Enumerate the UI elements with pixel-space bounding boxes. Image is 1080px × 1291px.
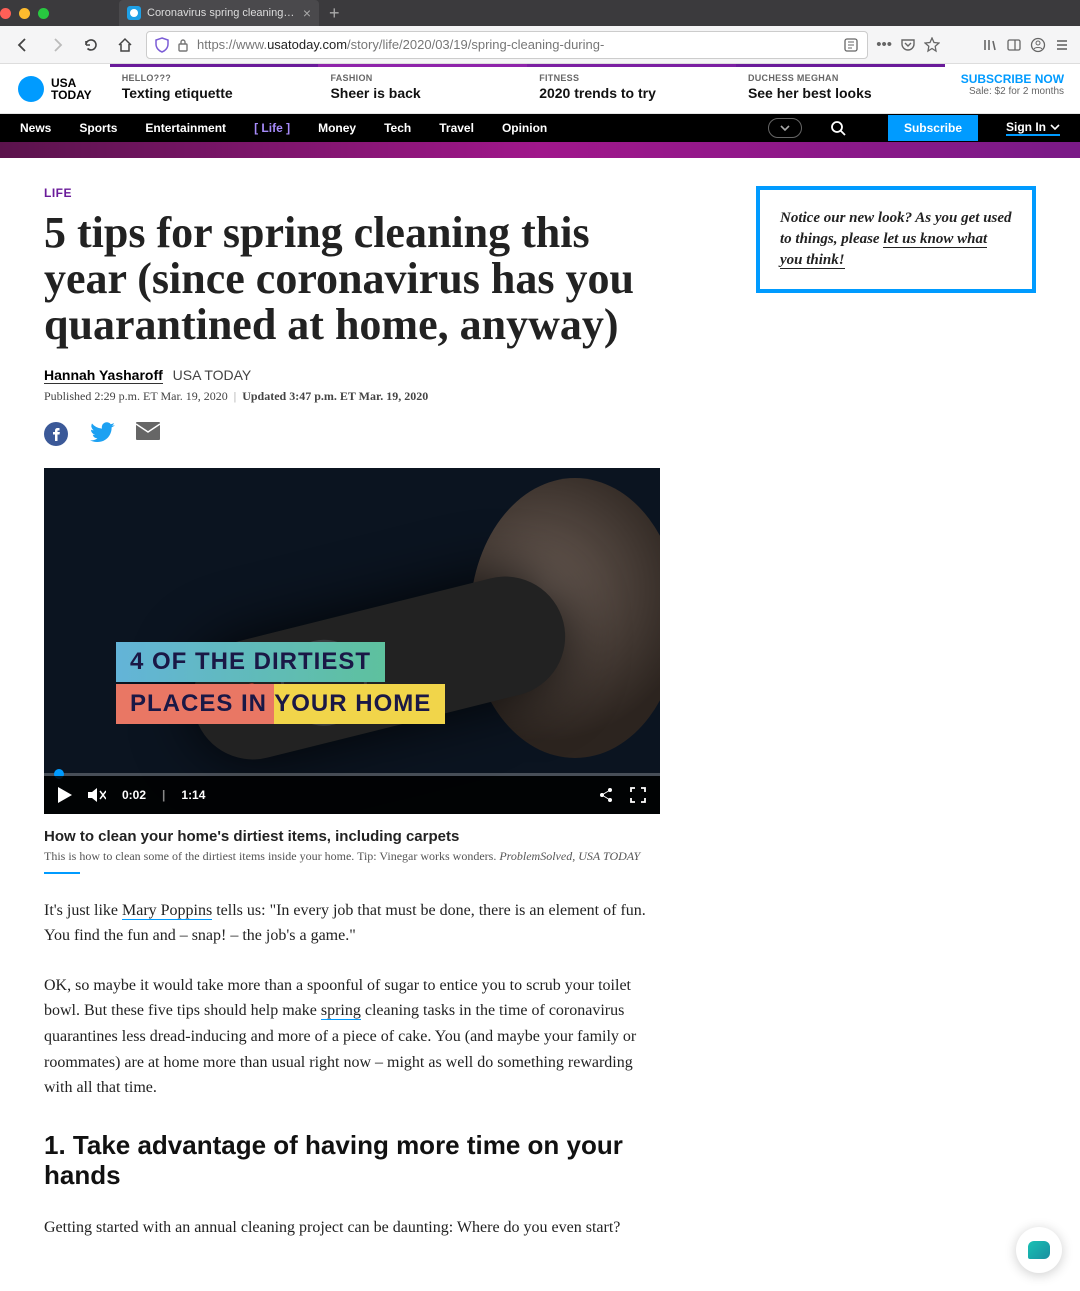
url-input[interactable]: https://www.usatoday.com/story/life/2020… [146, 31, 868, 59]
time-elapsed: 0:02 [122, 788, 146, 802]
window-minimize[interactable] [19, 8, 30, 19]
nav-money[interactable]: Money [318, 121, 356, 135]
nav-news[interactable]: News [20, 121, 51, 135]
new-tab-button[interactable]: + [329, 3, 340, 24]
browser-tab[interactable]: Coronavirus spring cleaning: 5 c × [119, 0, 319, 26]
account-icon[interactable] [1030, 37, 1046, 53]
headline: 5 tips for spring cleaning this year (si… [44, 210, 660, 349]
byline: Hannah Yasharoff USA TODAY [44, 367, 660, 383]
address-bar: https://www.usatoday.com/story/life/2020… [0, 26, 1080, 64]
body-paragraph: It's just like Mary Poppins tells us: "I… [44, 898, 660, 949]
weather-dropdown[interactable] [768, 118, 802, 138]
body-paragraph: Getting started with an annual cleaning … [44, 1215, 660, 1241]
window-maximize[interactable] [38, 8, 49, 19]
share-row [44, 422, 660, 446]
nav-travel[interactable]: Travel [439, 121, 474, 135]
search-button[interactable] [830, 120, 860, 136]
menu-icon[interactable] [1054, 37, 1070, 53]
chat-icon [1028, 1241, 1050, 1259]
body-paragraph: OK, so maybe it would take more than a s… [44, 973, 660, 1101]
time-duration: 1:14 [181, 788, 205, 802]
inline-link[interactable]: Mary Poppins [122, 902, 212, 920]
url-text: https://www.usatoday.com/story/life/2020… [197, 37, 604, 52]
nav-life[interactable]: Life [254, 121, 290, 135]
trending-item[interactable]: FITNESS 2020 trends to try [527, 64, 736, 113]
chevron-down-icon [1050, 123, 1060, 131]
nav-tech[interactable]: Tech [384, 121, 411, 135]
section-color-bar [0, 142, 1080, 158]
subscribe-promo[interactable]: SUBSCRIBE NOW Sale: $2 for 2 months [945, 64, 1080, 113]
publication: USA TODAY [173, 367, 252, 383]
play-button[interactable] [58, 787, 72, 803]
reload-button[interactable] [78, 32, 104, 58]
video-title: How to clean your home's dirtiest items,… [44, 828, 660, 845]
dateline: Published 2:29 p.m. ET Mar. 19, 2020|Upd… [44, 389, 660, 404]
signin-button[interactable]: Sign In [1006, 120, 1060, 136]
twitter-icon[interactable] [90, 422, 114, 446]
share-icon[interactable] [598, 787, 614, 803]
trending-bar: USATODAY HELLO??? Texting etiquette FASH… [0, 64, 1080, 114]
star-icon[interactable] [924, 37, 940, 53]
subheading: 1. Take advantage of having more time on… [44, 1131, 660, 1191]
window-close[interactable] [0, 8, 11, 19]
email-icon[interactable] [136, 422, 160, 446]
nav-entertainment[interactable]: Entertainment [145, 121, 226, 135]
sidebar-icon[interactable] [1006, 37, 1022, 53]
browser-chrome: Coronavirus spring cleaning: 5 c × + [0, 0, 1080, 26]
nav-opinion[interactable]: Opinion [502, 121, 547, 135]
fullscreen-button[interactable] [630, 787, 646, 803]
section-label[interactable]: LIFE [44, 186, 660, 200]
trending-item[interactable]: HELLO??? Texting etiquette [110, 64, 319, 113]
video-overlay-text: 4 OF THE DIRTIEST PLACES IN YOUR HOME [116, 642, 445, 724]
back-button[interactable] [10, 32, 36, 58]
trending-item[interactable]: FASHION Sheer is back [318, 64, 527, 113]
nav-sports[interactable]: Sports [79, 121, 117, 135]
chat-widget[interactable] [1016, 1227, 1062, 1273]
forward-button[interactable] [44, 32, 70, 58]
home-button[interactable] [112, 32, 138, 58]
favicon-icon [127, 6, 141, 20]
mute-button[interactable] [88, 787, 106, 803]
feedback-callout: Notice our new look? As you get used to … [756, 186, 1036, 293]
accent-underline [44, 872, 80, 874]
close-icon[interactable]: × [303, 5, 311, 21]
inline-link[interactable]: spring [321, 1002, 361, 1020]
trending-item[interactable]: DUCHESS MEGHAN See her best looks [736, 64, 945, 113]
facebook-icon[interactable] [44, 422, 68, 446]
logo-circle-icon [18, 76, 44, 102]
reader-icon[interactable] [843, 37, 859, 53]
site-logo[interactable]: USATODAY [0, 64, 110, 113]
library-icon[interactable] [982, 37, 998, 53]
main-nav: News Sports Entertainment Life Money Tec… [0, 114, 1080, 142]
author-link[interactable]: Hannah Yasharoff [44, 367, 163, 384]
shield-icon[interactable] [155, 37, 169, 53]
tab-title: Coronavirus spring cleaning: 5 c [147, 7, 297, 19]
lock-icon [177, 38, 189, 52]
video-description: This is how to clean some of the dirties… [44, 849, 660, 864]
pocket-icon[interactable] [900, 37, 916, 53]
subscribe-button[interactable]: Subscribe [888, 115, 978, 141]
video-controls: 0:02 | 1:14 [44, 776, 660, 814]
meatball-icon[interactable]: ••• [876, 36, 892, 53]
video-player[interactable]: 4 OF THE DIRTIEST PLACES IN YOUR HOME 0:… [44, 468, 660, 814]
